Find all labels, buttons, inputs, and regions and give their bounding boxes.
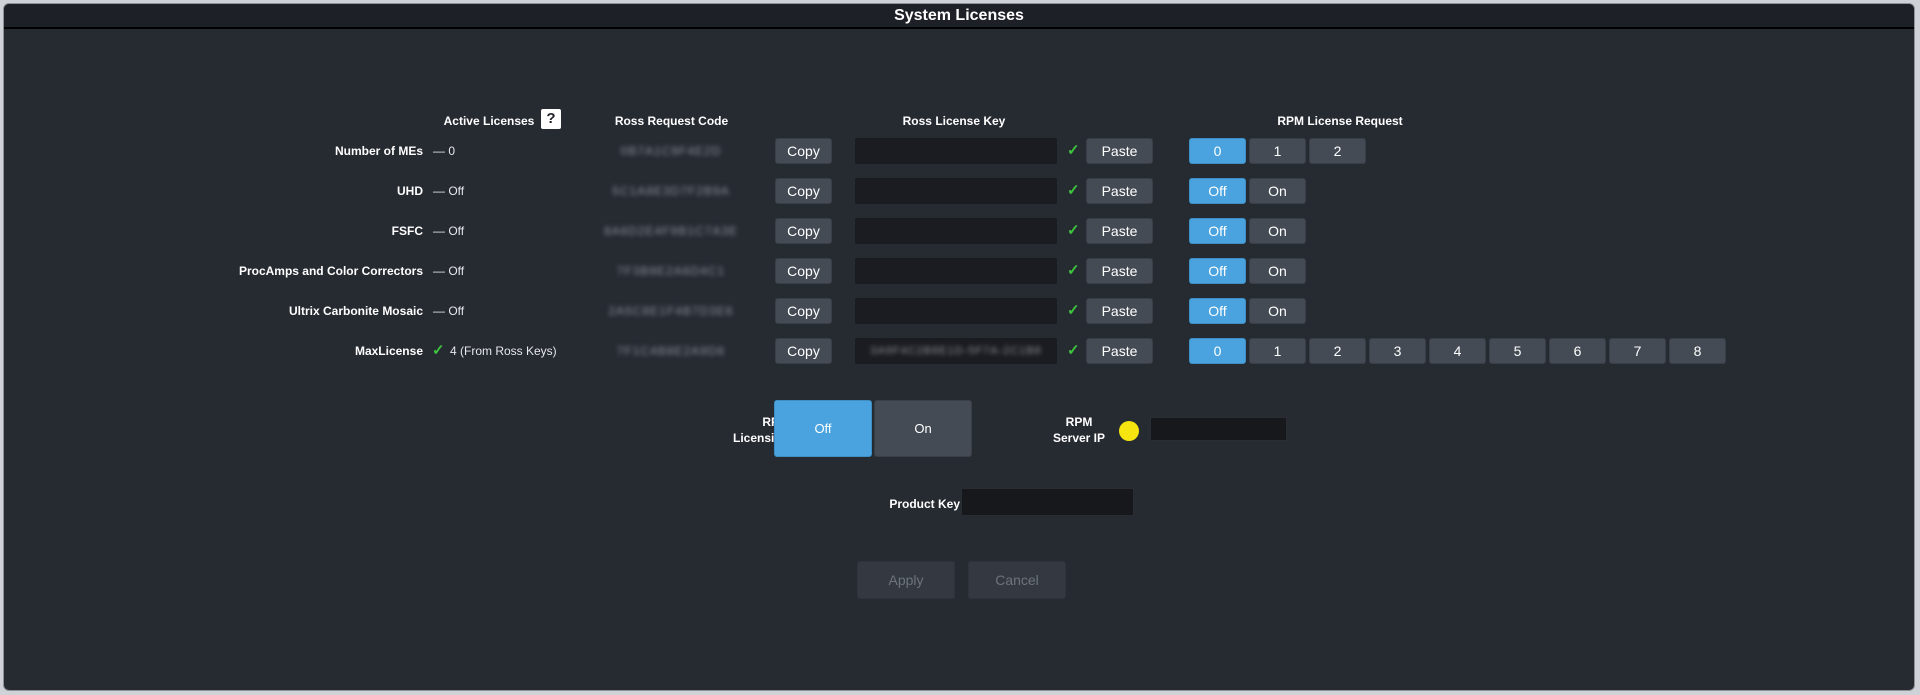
license-key-value: 3A9F4C2B8E1D-5F7A-2C1B8 <box>870 345 1042 357</box>
rpm-request-option-8[interactable]: 8 <box>1669 338 1726 364</box>
license-row-label: Ultrix Carbonite Mosaic <box>288 304 423 318</box>
help-icon[interactable]: ? <box>541 109 561 129</box>
copy-button[interactable]: Copy <box>775 298 832 324</box>
rpm-request-option-off[interactable]: Off <box>1189 218 1246 244</box>
paste-button[interactable]: Paste <box>1086 138 1153 164</box>
rpm-request-option-off[interactable]: Off <box>1189 178 1246 204</box>
license-row-label: ProcAmps and Color Correctors <box>238 264 423 278</box>
license-status: — Off <box>433 304 465 318</box>
request-code-value: 2A5C8E1F4B7D3E6 <box>608 304 734 318</box>
request-code-value: 0B7A1C9F4E2D <box>620 144 722 158</box>
apply-button[interactable]: Apply <box>857 561 955 599</box>
license-status: — 0 <box>433 144 456 158</box>
rpm-request-option-on[interactable]: On <box>1249 218 1306 244</box>
license-status: — Off <box>433 184 465 198</box>
rpm-request-option-1[interactable]: 1 <box>1249 338 1306 364</box>
product-key-input[interactable] <box>961 488 1134 516</box>
copy-button[interactable]: Copy <box>775 218 832 244</box>
paste-button[interactable]: Paste <box>1086 218 1153 244</box>
rpm-request-option-4[interactable]: 4 <box>1429 338 1486 364</box>
rpm-request-option-off[interactable]: Off <box>1189 258 1246 284</box>
rpm-request-option-on[interactable]: On <box>1249 178 1306 204</box>
license-key-valid-check-icon: ✓ <box>1067 262 1080 279</box>
copy-button[interactable]: Copy <box>775 258 832 284</box>
license-row-label: UHD <box>397 184 423 198</box>
license-key-field[interactable]: 3A9F4C2B8E1D-5F7A-2C1B8 <box>855 338 1057 364</box>
status-check-icon: ✓ <box>432 342 445 359</box>
cancel-button[interactable]: Cancel <box>968 561 1066 599</box>
rpm-status-indicator-icon <box>1119 421 1139 441</box>
rpm-request-option-3[interactable]: 3 <box>1369 338 1426 364</box>
rpm-request-option-2[interactable]: 2 <box>1309 138 1366 164</box>
paste-button[interactable]: Paste <box>1086 258 1153 284</box>
rpm-server-ip-label-line2: Server IP <box>1052 431 1106 445</box>
license-status: — Off <box>433 224 465 238</box>
license-key-field[interactable] <box>855 218 1057 244</box>
rpm-server-ip-label-line1: RPM <box>1065 415 1093 429</box>
license-key-field[interactable] <box>855 138 1057 164</box>
license-row-label: Number of MEs <box>334 144 423 158</box>
rpm-license-request-header: RPM License Request <box>1277 114 1403 128</box>
rpm-licensing-off-button[interactable]: Off <box>774 400 872 457</box>
license-row-label: MaxLicense <box>354 344 423 358</box>
license-status: 4 (From Ross Keys) <box>450 344 557 358</box>
system-licenses-window: System Licenses Active Licenses ? Ross R… <box>3 3 1915 691</box>
request-code-value: 5C1A8E3D7F2B9A <box>612 184 730 198</box>
rpm-request-option-off[interactable]: Off <box>1189 298 1246 324</box>
active-licenses-header: Active Licenses <box>443 114 535 128</box>
rpm-request-option-1[interactable]: 1 <box>1249 138 1306 164</box>
copy-button[interactable]: Copy <box>775 178 832 204</box>
license-key-field[interactable] <box>855 258 1057 284</box>
copy-button[interactable]: Copy <box>775 338 832 364</box>
license-key-header: Ross License Key <box>902 114 1006 128</box>
rpm-request-option-0[interactable]: 0 <box>1189 338 1246 364</box>
product-key-label: Product Key <box>889 497 960 511</box>
rpm-request-option-5[interactable]: 5 <box>1489 338 1546 364</box>
license-key-valid-check-icon: ✓ <box>1067 142 1080 159</box>
request-code-value: 8A6D2E4F9B1C7A3E <box>603 224 739 238</box>
license-key-field[interactable] <box>855 178 1057 204</box>
paste-button[interactable]: Paste <box>1086 298 1153 324</box>
request-code-header: Ross Request Code <box>614 114 729 128</box>
rpm-request-option-on[interactable]: On <box>1249 298 1306 324</box>
rpm-server-ip-label: RPM Server IP <box>1044 414 1114 446</box>
license-key-valid-check-icon: ✓ <box>1067 182 1080 199</box>
rpm-request-option-on[interactable]: On <box>1249 258 1306 284</box>
request-code-value: 7F1C4B8E2A9D6 <box>616 344 726 358</box>
license-status: — Off <box>433 264 465 278</box>
rpm-request-option-7[interactable]: 7 <box>1609 338 1666 364</box>
rpm-licensing-on-button[interactable]: On <box>874 400 972 457</box>
license-row-label: FSFC <box>391 224 423 238</box>
license-key-valid-check-icon: ✓ <box>1067 302 1080 319</box>
rpm-request-option-6[interactable]: 6 <box>1549 338 1606 364</box>
rpm-server-ip-input[interactable] <box>1150 417 1287 441</box>
license-key-valid-check-icon: ✓ <box>1067 342 1080 359</box>
request-code-value: 7F3B9E2A6D4C1 <box>616 264 726 278</box>
license-key-field[interactable] <box>855 298 1057 324</box>
paste-button[interactable]: Paste <box>1086 338 1153 364</box>
window-title: System Licenses <box>4 4 1914 29</box>
rpm-request-option-0[interactable]: 0 <box>1189 138 1246 164</box>
rpm-request-option-2[interactable]: 2 <box>1309 338 1366 364</box>
paste-button[interactable]: Paste <box>1086 178 1153 204</box>
copy-button[interactable]: Copy <box>775 138 832 164</box>
license-key-valid-check-icon: ✓ <box>1067 222 1080 239</box>
